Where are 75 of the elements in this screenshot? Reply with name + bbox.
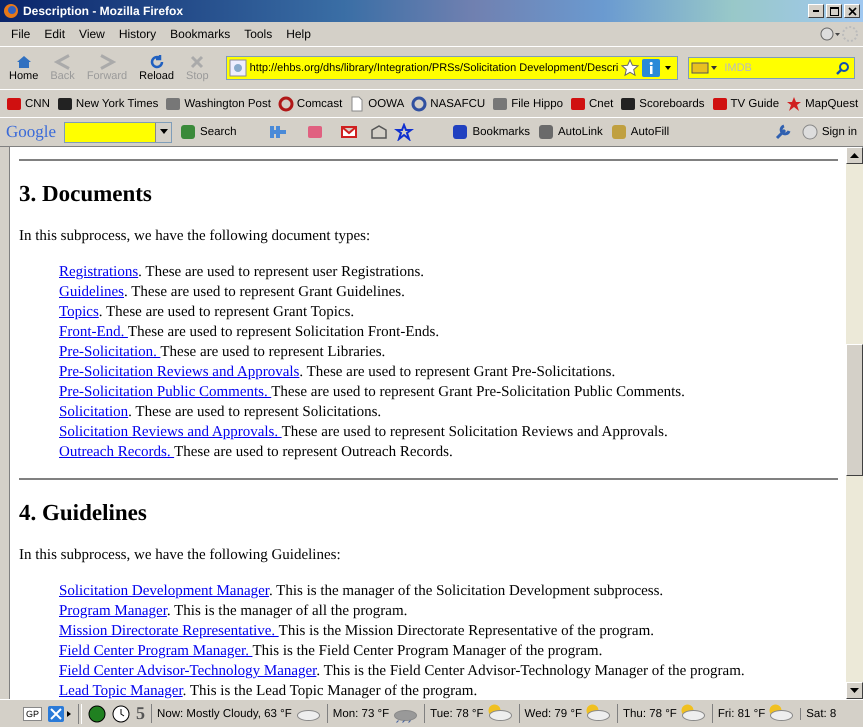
- list-item: Field Center Advisor-Technology Manager. This is the Field Center Advisor-Technology Manager of the program.: [59, 662, 746, 681]
- weather-item[interactable]: Mon: 73 °F: [326, 704, 418, 723]
- bookmark-item[interactable]: CNN: [6, 96, 50, 112]
- list-item: Front-End. These are used to represent Solicitation Front-Ends.: [59, 323, 440, 342]
- link[interactable]: Solicitation Reviews and Approvals.: [59, 424, 282, 440]
- bookmark-item[interactable]: MapQuest: [786, 96, 858, 112]
- weather-item[interactable]: Tue: 78 °F: [424, 704, 513, 723]
- list-item: Pre-Solicitation Reviews and Approvals. These are used to represent Grant Pre-Solicitations.: [59, 363, 616, 382]
- link[interactable]: Field Center Advisor-Technology Manager: [59, 663, 316, 679]
- weather-item[interactable]: Now: Mostly Cloudy, 63 °F: [151, 704, 321, 723]
- link[interactable]: Lead Topic Manager: [59, 683, 183, 699]
- sign-in-button[interactable]: Sign in: [802, 124, 857, 140]
- toolbar-button[interactable]: AutoFill: [610, 124, 670, 140]
- bookmark-item[interactable]: New York Times: [56, 96, 158, 112]
- list-item: Solicitation. These are used to represent Solicitations.: [59, 403, 382, 422]
- bookmark-item[interactable]: File Hippo: [492, 96, 563, 112]
- link[interactable]: Pre-Solicitation Reviews and Approvals: [59, 364, 300, 380]
- list-item: Pre-Solicitation Public Comments. These are used to represent Grant Pre-Solicitation Public Comments.: [59, 383, 686, 402]
- toolbar-button[interactable]: Bookmarks: [452, 124, 530, 140]
- link[interactable]: Solicitation: [59, 404, 128, 420]
- google-logo: Google: [6, 122, 56, 142]
- weather-item[interactable]: Thu: 78 °F: [617, 704, 706, 723]
- link[interactable]: Pre-Solicitation.: [59, 344, 160, 360]
- list-item: Solicitation Development Manager. This is the manager of the Solicitation Development subprocess.: [59, 582, 664, 601]
- search-field[interactable]: IMDB: [688, 57, 855, 79]
- list-item: Solicitation Reviews and Approvals. These are used to represent Solicitation Reviews and Approvals.: [59, 423, 669, 442]
- menu-item[interactable]: Tools: [237, 25, 280, 43]
- list-item: Field Center Program Manager. This is the Field Center Program Manager of the program.: [59, 642, 604, 661]
- link[interactable]: Outreach Records.: [59, 444, 174, 460]
- paragraph: In this subprocess, we have the following Guidelines:: [19, 546, 342, 565]
- link[interactable]: Program Manager: [59, 603, 167, 619]
- link[interactable]: Registrations: [59, 264, 138, 280]
- toolbar-button[interactable]: AutoLink: [538, 124, 603, 140]
- bookmark-item[interactable]: Cnet: [570, 96, 614, 112]
- section-heading: 4. Guidelines: [19, 499, 148, 527]
- toolbar-button[interactable]: Home: [4, 53, 44, 83]
- menu-item[interactable]: Edit: [37, 25, 72, 43]
- list-item: Mission Directorate Representative. This is the Mission Directorate Representative of the program.: [59, 622, 655, 641]
- bookmark-item[interactable]: NASAFCU: [411, 96, 486, 112]
- search-input[interactable]: IMDB: [722, 61, 833, 75]
- address-field[interactable]: http://ehbs.org/dhs/library/Integration/PRSs/Solicitation Development/Descri: [226, 56, 678, 80]
- bookmark-item[interactable]: Comcast: [278, 96, 342, 112]
- weather-item[interactable]: Wed: 79 °F: [518, 704, 611, 723]
- link[interactable]: Front-End.: [59, 324, 128, 340]
- toolbar-button[interactable]: Search: [180, 124, 236, 140]
- list-item: Guidelines. These are used to represent Grant Guidelines.: [59, 283, 406, 302]
- menu-item[interactable]: Help: [279, 25, 318, 43]
- window-title: Description - Mozilla Firefox: [23, 4, 184, 18]
- list-item: Topics. These are used to represent Grant Topics.: [59, 303, 356, 322]
- section-heading: 3. Documents: [19, 180, 153, 208]
- bookmark-item[interactable]: OOWA: [349, 96, 404, 112]
- weather-item[interactable]: Fri: 81 °F: [712, 704, 794, 723]
- link[interactable]: Mission Directorate Representative.: [59, 623, 279, 639]
- menu-item[interactable]: View: [72, 25, 112, 43]
- bookmark-item[interactable]: Washington Post: [165, 96, 271, 112]
- menu-item[interactable]: History: [112, 25, 164, 43]
- list-item: Program Manager. This is the manager of all the program.: [59, 602, 408, 621]
- bookmark-item[interactable]: TV Guide: [712, 96, 780, 112]
- list-item: Pre-Solicitation. These are used to represent Libraries.: [59, 343, 386, 362]
- status-button[interactable]: GP: [23, 706, 42, 720]
- list-item: Registrations. These are used to represent user Registrations.: [59, 263, 426, 282]
- list-item: Lead Topic Manager. This is the Lead Topic Manager of the program.: [59, 682, 478, 699]
- weather-item[interactable]: Sat: 8: [800, 708, 836, 720]
- bookmark-item[interactable]: Scoreboards: [620, 96, 705, 112]
- toolbar-button[interactable]: Reload: [134, 53, 180, 83]
- link[interactable]: Solicitation Development Manager: [59, 583, 269, 599]
- menu-item[interactable]: Bookmarks: [163, 25, 238, 43]
- paragraph: In this subprocess, we have the following document types:: [19, 227, 372, 246]
- link[interactable]: Field Center Program Manager.: [59, 643, 252, 659]
- menu-item[interactable]: File: [4, 25, 38, 43]
- link[interactable]: Pre-Solicitation Public Comments.: [59, 384, 272, 400]
- count-label: 5: [136, 703, 146, 724]
- link[interactable]: Topics: [59, 304, 99, 320]
- link[interactable]: Guidelines: [59, 284, 124, 300]
- list-item: Outreach Records. These are used to represent Outreach Records.: [59, 443, 454, 462]
